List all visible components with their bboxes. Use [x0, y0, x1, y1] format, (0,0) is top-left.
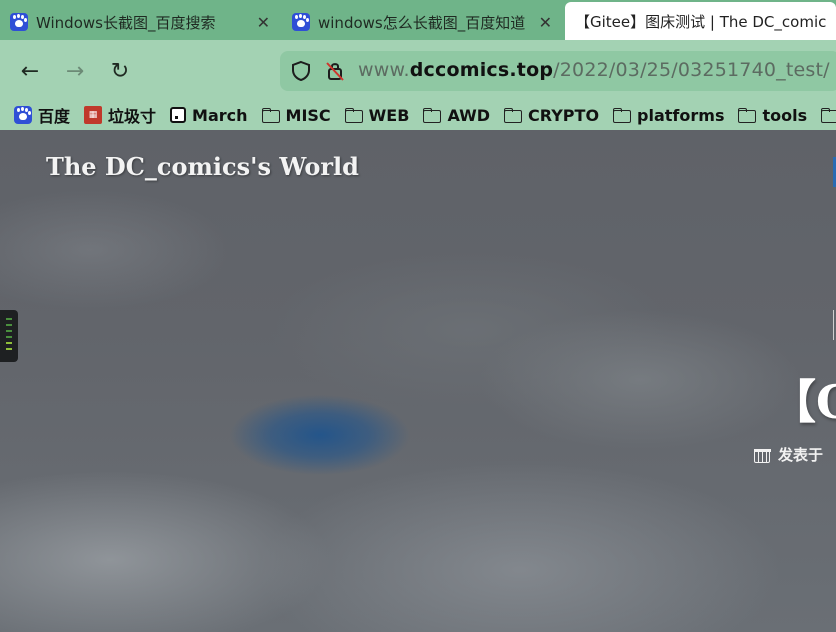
reload-button[interactable]: ↻ [107, 58, 133, 84]
back-button[interactable]: ← [17, 58, 43, 84]
forward-button[interactable]: → [62, 58, 88, 84]
bookmark-folder-tools[interactable]: tools [738, 106, 807, 125]
bookmark-label: March [192, 105, 248, 125]
url-text[interactable]: www.dccomics.top/2022/03/25/03251740_tes… [358, 59, 830, 81]
bookmark-label: 垃圾寸 [108, 107, 157, 126]
navigation-toolbar: ← → ↻ www.dccomics.top/2022/03/25/032517… [0, 40, 836, 100]
bookmark-label: MISC [285, 105, 331, 125]
folder-icon [344, 108, 363, 123]
post-meta: 发表于 [754, 444, 823, 465]
tab-baidu-search[interactable]: Windows长截图_百度搜索 ✕ [0, 4, 280, 40]
tab-strip: Windows长截图_百度搜索 ✕ windows怎么长截图_百度知道 ✕ 【G… [0, 0, 836, 40]
level-bar [6, 318, 12, 320]
bookmark-march[interactable]: March [170, 105, 248, 125]
bookmark-folder-awd[interactable]: AWD [423, 106, 490, 125]
url-path: /2022/03/25/03251740_test/ [553, 59, 830, 81]
reload-icon: ↻ [110, 58, 130, 84]
close-icon[interactable]: ✕ [539, 13, 552, 32]
tab-title: windows怎么长截图_百度知道 [318, 13, 526, 32]
bookmark-folder-platforms[interactable]: platforms [613, 106, 724, 125]
page-edge-divider [833, 310, 834, 340]
level-bar [6, 348, 12, 350]
lajicun-icon: ▦ [84, 106, 103, 124]
bookmark-label: tools [762, 105, 808, 125]
level-bar [6, 336, 12, 338]
level-bar [6, 330, 12, 332]
tab-baidu-zhidao[interactable]: windows怎么长截图_百度知道 ✕ [282, 4, 562, 40]
close-icon[interactable]: ✕ [257, 13, 270, 32]
side-audio-widget[interactable] [0, 310, 18, 362]
url-domain: dccomics.top [409, 59, 554, 81]
tab-active-post[interactable]: 【Gitee】图床测试 | The DC_comics's World [565, 2, 836, 40]
tab-title: Windows长截图_百度搜索 [36, 13, 216, 32]
post-title: 【G [770, 375, 836, 429]
bookmark-folder-misc[interactable]: MISC [261, 105, 331, 125]
bookmarks-toolbar: 百度 ▦ 垃圾寸 March MISC WEB AWD CRYPTO platf… [0, 100, 836, 130]
bookmark-folder-more[interactable] [821, 108, 836, 123]
folder-icon [738, 108, 757, 123]
level-bar [6, 342, 12, 344]
calendar-icon [754, 447, 771, 463]
folder-icon [261, 108, 280, 123]
tracking-shield-icon[interactable] [290, 60, 312, 82]
arrow-right-icon: → [65, 58, 85, 84]
bookmark-label: WEB [368, 105, 410, 125]
folder-icon [504, 108, 523, 123]
post-date-label: 发表于 [778, 446, 824, 464]
bookmark-lajicun[interactable]: ▦ 垃圾寸 [84, 103, 156, 127]
folder-icon [613, 108, 632, 123]
arrow-left-icon: ← [20, 58, 40, 84]
baidu-icon [14, 106, 32, 124]
url-subdomain: www. [358, 59, 410, 81]
folder-icon [423, 108, 442, 123]
march-icon [170, 107, 187, 123]
page-hero-background: The DC_comics's World 【G 发表于 [0, 130, 836, 632]
tab-title: 【Gitee】图床测试 | The DC_comics's World [575, 12, 826, 31]
baidu-icon [10, 13, 28, 31]
level-bar [6, 324, 12, 326]
bookmark-label: CRYPTO [528, 105, 600, 125]
bookmark-folder-web[interactable]: WEB [344, 105, 410, 125]
bookmark-folder-crypto[interactable]: CRYPTO [504, 106, 599, 125]
bookmark-label: AWD [447, 105, 491, 125]
address-bar[interactable]: www.dccomics.top/2022/03/25/03251740_tes… [280, 51, 836, 91]
folder-icon [821, 108, 836, 123]
site-title-link[interactable]: The DC_comics's World [46, 152, 359, 181]
insecure-lock-icon[interactable] [324, 60, 346, 82]
bookmark-baidu[interactable]: 百度 [14, 103, 70, 127]
bookmark-label: platforms [637, 105, 725, 125]
bookmark-label: 百度 [38, 107, 71, 126]
baidu-icon [292, 13, 310, 31]
